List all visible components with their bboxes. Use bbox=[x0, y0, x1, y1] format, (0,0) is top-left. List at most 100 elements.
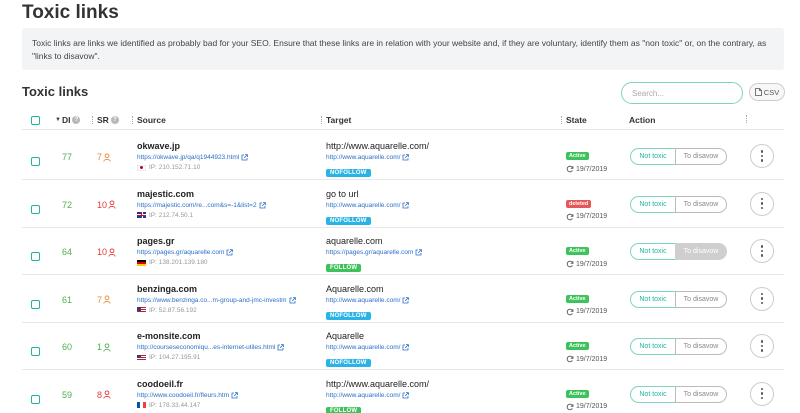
more-options-button[interactable] bbox=[750, 286, 774, 311]
source-url-link[interactable]: https://okwave.jp/qa/q1944923.html bbox=[137, 154, 312, 161]
external-link-icon[interactable] bbox=[402, 201, 410, 209]
source-url-link[interactable]: http://courseseconomiqu...es-internet-ut… bbox=[137, 344, 312, 351]
target-url-link[interactable]: http://www.aquarelle.com/ bbox=[326, 392, 546, 399]
country-flag-icon bbox=[137, 259, 146, 266]
more-options-button[interactable] bbox=[750, 144, 774, 168]
col-state[interactable]: State bbox=[561, 115, 587, 125]
col-sr[interactable]: SR? bbox=[92, 115, 119, 125]
external-link-icon[interactable] bbox=[226, 249, 234, 256]
source-url-link[interactable]: https://www.benzinga.co...m-group-and-jm… bbox=[137, 297, 312, 304]
target-anchor-text: aquarelle.com bbox=[326, 236, 383, 246]
source-ip: IP: 210.152.71.10 bbox=[137, 164, 312, 171]
source-cell: majestic.com https://majestic.com/re...c… bbox=[137, 189, 312, 219]
dot bbox=[760, 254, 764, 257]
source-cell: okwave.jp https://okwave.jp/qa/q1944923.… bbox=[137, 141, 312, 171]
country-flag-icon bbox=[137, 307, 146, 313]
target-url-link[interactable]: http://www.aquarelle.com/ bbox=[326, 344, 546, 351]
refresh-icon bbox=[566, 165, 574, 173]
column-grip-icon bbox=[132, 116, 134, 124]
more-options-button[interactable] bbox=[750, 239, 774, 263]
refresh-icon bbox=[566, 403, 574, 410]
dot bbox=[760, 206, 764, 210]
col-source[interactable]: Source bbox=[132, 115, 166, 125]
target-url-link[interactable]: http://www.aquarelle.com/ bbox=[326, 154, 546, 161]
target-url-link[interactable]: http://www.aquarelle.com/ bbox=[326, 297, 546, 304]
source-cell: coodoeil.fr http://www.coodoeil.fr/fleur… bbox=[137, 379, 312, 409]
page-title: Toxic links bbox=[22, 2, 119, 23]
target-cell: http://www.aquarelle.com/ http://www.aqu… bbox=[326, 141, 546, 179]
select-all-checkbox[interactable] bbox=[31, 116, 40, 125]
not-toxic-button[interactable]: Not toxic bbox=[630, 338, 675, 355]
row-checkbox[interactable] bbox=[31, 299, 40, 309]
country-flag-icon bbox=[137, 212, 146, 218]
to-disavow-button[interactable]: To disavow bbox=[675, 385, 727, 403]
sr-value: 8 bbox=[97, 390, 111, 400]
to-disavow-button[interactable]: To disavow bbox=[675, 148, 727, 165]
external-link-icon[interactable] bbox=[277, 344, 285, 351]
intro-text: Toxic links are links we identified as p… bbox=[22, 28, 784, 70]
external-link-icon[interactable] bbox=[402, 391, 410, 399]
dot bbox=[760, 344, 764, 348]
source-ip: IP: 138.201.139.180 bbox=[137, 259, 312, 266]
refresh-icon bbox=[566, 213, 574, 220]
csv-export-button[interactable]: CSV bbox=[749, 83, 785, 101]
source-url-link[interactable]: https://majestic.com/re...com&s=-1&list=… bbox=[137, 202, 312, 209]
external-link-icon[interactable] bbox=[259, 201, 266, 209]
status-badge: Active bbox=[566, 247, 589, 255]
table-row: 61 7 benzinga.com https://www.benzinga.c… bbox=[22, 276, 784, 323]
col-action: Action bbox=[629, 115, 656, 125]
to-disavow-button[interactable]: To disavow bbox=[675, 195, 727, 213]
not-toxic-button[interactable]: Not toxic bbox=[630, 195, 675, 213]
external-link-icon[interactable] bbox=[231, 391, 238, 399]
target-anchor-text: go to url bbox=[326, 188, 359, 199]
col-target[interactable]: Target bbox=[321, 115, 351, 125]
to-disavow-button[interactable]: To disavow bbox=[675, 290, 727, 308]
target-url-link[interactable]: https://pages.gr/aquarelle.com bbox=[326, 249, 546, 256]
search-input[interactable] bbox=[621, 82, 743, 104]
di-value: 72 bbox=[62, 199, 73, 210]
to-disavow-button[interactable]: To disavow bbox=[675, 243, 727, 260]
rel-tag: FOLLOW bbox=[326, 264, 362, 272]
more-options-button[interactable] bbox=[750, 334, 774, 358]
state-cell: Active 19/7/2019 bbox=[566, 144, 607, 173]
more-options-button[interactable] bbox=[750, 381, 774, 406]
not-toxic-button[interactable]: Not toxic bbox=[630, 290, 675, 308]
external-link-icon[interactable] bbox=[402, 154, 410, 161]
dot bbox=[760, 292, 764, 296]
table-row: 64 10 pages.gr https://pages.gr/aquarell… bbox=[22, 228, 784, 275]
source-url-link[interactable]: https://pages.gr/aquarelle.com bbox=[137, 249, 312, 256]
target-anchor-text: http://www.aquarelle.com/ bbox=[326, 378, 430, 389]
target-cell: aquarelle.com https://pages.gr/aquarelle… bbox=[326, 236, 546, 274]
country-flag-icon bbox=[137, 164, 146, 171]
not-toxic-button[interactable]: Not toxic bbox=[630, 148, 675, 165]
row-checkbox[interactable] bbox=[31, 157, 40, 166]
action-toggle: Not toxic To disavow bbox=[630, 385, 727, 403]
source-cell: e-monsite.com http://courseseconomiqu...… bbox=[137, 331, 312, 361]
not-toxic-button[interactable]: Not toxic bbox=[630, 385, 675, 403]
row-checkbox[interactable] bbox=[31, 252, 40, 261]
row-checkbox[interactable] bbox=[31, 204, 40, 214]
target-url-link[interactable]: http://www.aquarelle.com/ bbox=[326, 202, 546, 209]
help-icon[interactable]: ? bbox=[110, 116, 119, 124]
external-link-icon[interactable] bbox=[241, 154, 249, 161]
row-checkbox[interactable] bbox=[31, 394, 40, 404]
status-badge: Active bbox=[566, 389, 589, 398]
not-toxic-button[interactable]: Not toxic bbox=[630, 243, 675, 260]
action-toggle: Not toxic To disavow bbox=[630, 338, 727, 355]
row-checkbox[interactable] bbox=[31, 347, 40, 356]
source-url-link[interactable]: http://www.coodoeil.fr/fleurs.htm bbox=[137, 392, 312, 399]
external-link-icon[interactable] bbox=[402, 344, 410, 351]
refresh-icon bbox=[566, 355, 574, 363]
external-link-icon[interactable] bbox=[402, 296, 410, 304]
help-icon[interactable]: ? bbox=[72, 116, 81, 124]
to-disavow-button[interactable]: To disavow bbox=[675, 338, 727, 355]
status-badge: Active bbox=[566, 152, 589, 160]
external-link-icon[interactable] bbox=[415, 249, 423, 256]
dot bbox=[760, 154, 764, 158]
col-di[interactable]: ▼ DI? bbox=[55, 115, 81, 125]
rel-tag: FOLLOW bbox=[326, 406, 362, 413]
sort-desc-icon: ▼ bbox=[55, 117, 61, 123]
more-options-button[interactable] bbox=[750, 191, 774, 216]
external-link-icon[interactable] bbox=[289, 296, 296, 304]
status-badge: Active bbox=[566, 342, 589, 350]
